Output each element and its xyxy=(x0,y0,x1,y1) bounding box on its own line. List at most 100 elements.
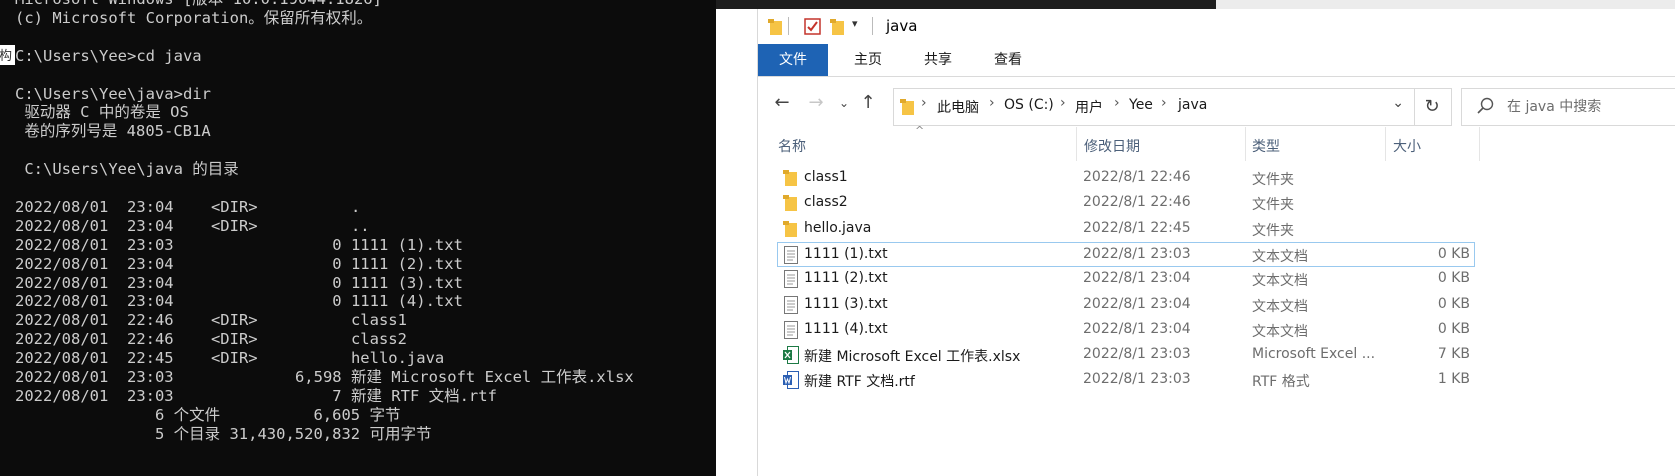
refresh-icon[interactable]: ↻ xyxy=(1413,88,1452,126)
console-line: (c) Microsoft Corporation。保留所有权利。 xyxy=(15,8,373,27)
file-size: 1 KB xyxy=(1437,371,1470,388)
file-size: 0 KB xyxy=(1437,245,1470,262)
breadcrumb-chevron-icon[interactable]: › xyxy=(989,95,995,111)
file-date: 2022/8/1 23:04 xyxy=(1083,320,1191,337)
file-name: 1111 (2).txt xyxy=(804,270,888,287)
file-date: 2022/8/1 23:03 xyxy=(1083,245,1191,262)
tab-view[interactable]: 查看 xyxy=(973,44,1043,76)
file-row[interactable]: 新建 RTF 文档.rtf 2022/8/1 23:03 RTF 格式 1 KB xyxy=(778,368,1474,392)
console-line: 卷的序列号是 4805-CB1A xyxy=(15,122,211,141)
search-box[interactable] xyxy=(1461,88,1675,126)
tab-file[interactable]: 文件 xyxy=(758,44,828,76)
up-arrow-icon[interactable]: ↑ xyxy=(856,91,880,115)
breadcrumb-chevron-icon[interactable]: › xyxy=(1114,95,1120,111)
word-file-icon xyxy=(783,371,799,390)
file-name: class2 xyxy=(804,194,848,211)
file-name: class1 xyxy=(804,169,848,185)
file-row[interactable]: 新建 Microsoft Excel 工作表.xlsx 2022/8/1 23:0… xyxy=(778,343,1474,367)
new-folder-icon[interactable] xyxy=(830,18,846,36)
file-name: 1111 (4).txt xyxy=(804,320,888,337)
file-row[interactable]: 1111 (4).txt 2022/8/1 23:04 文本文档 0 KB xyxy=(778,318,1474,342)
search-icon xyxy=(1477,97,1494,114)
file-name: 1111 (3).txt xyxy=(804,295,888,312)
console-line: C:\Users\Yee\java>dir xyxy=(15,84,211,103)
title-bar: ▾ java xyxy=(758,9,1675,44)
console-window[interactable]: Microsoft Windows [版本 10.0.19044.1826](c… xyxy=(0,0,716,476)
text-file-icon xyxy=(783,245,799,264)
file-name: hello.java xyxy=(804,219,872,236)
left-clipped-text: 构 xyxy=(0,45,15,65)
customize-toolbar-dropdown[interactable]: ▾ xyxy=(852,17,858,30)
title-separator xyxy=(872,17,873,35)
file-row[interactable]: hello.java 2022/8/1 22:45 文件夹 xyxy=(778,217,1474,241)
breadcrumb-chevron-icon[interactable]: › xyxy=(921,95,927,111)
file-type: 文件夹 xyxy=(1252,172,1294,188)
console-line: 2022/08/01 22:46 <DIR> class2 xyxy=(15,330,407,349)
file-date: 2022/8/1 22:46 xyxy=(1083,169,1191,185)
file-date: 2022/8/1 23:03 xyxy=(1083,371,1191,388)
console-line: 2022/08/01 23:03 0 1111 (1).txt xyxy=(15,235,463,254)
file-type: RTF 格式 xyxy=(1252,374,1310,391)
folder-icon xyxy=(900,99,914,115)
console-line: 2022/08/01 23:04 0 1111 (2).txt xyxy=(15,254,463,273)
column-name[interactable]: 名称 xyxy=(778,136,806,156)
breadcrumb-this-pc[interactable]: 此电脑 xyxy=(937,97,979,117)
console-line: 2022/08/01 23:04 0 1111 (4).txt xyxy=(15,292,463,311)
folder-icon xyxy=(783,220,799,238)
breadcrumb-java[interactable]: java xyxy=(1178,97,1207,113)
properties-check-icon[interactable] xyxy=(804,18,822,36)
address-history-chevron-icon[interactable]: ⌄ xyxy=(1392,95,1404,111)
file-date: 2022/8/1 22:46 xyxy=(1083,194,1191,211)
breadcrumb-yee[interactable]: Yee xyxy=(1129,97,1153,113)
console-line: Microsoft Windows [版本 10.0.19044.1826] xyxy=(15,0,382,9)
file-type: Microsoft Excel ... xyxy=(1252,346,1376,363)
console-line: C:\Users\Yee\java 的目录 xyxy=(15,160,239,179)
file-row[interactable]: class1 2022/8/1 22:46 文件夹 xyxy=(778,166,1474,190)
console-line: 2022/08/01 23:04 <DIR> . xyxy=(15,197,361,216)
column-size[interactable]: 大小 xyxy=(1393,136,1421,156)
file-row[interactable]: class2 2022/8/1 22:46 文件夹 xyxy=(778,191,1474,215)
file-type: 文本文档 xyxy=(1252,323,1308,340)
console-line: 5 个目录 31,430,520,832 可用字节 xyxy=(15,424,432,443)
console-line: 2022/08/01 22:45 <DIR> hello.java xyxy=(15,349,445,368)
console-line: C:\Users\Yee>cd java xyxy=(15,46,202,65)
address-bar[interactable]: › 此电脑 › OS (C:) › 用户 › Yee › java ⌄ xyxy=(893,88,1415,126)
breadcrumb-chevron-icon[interactable]: › xyxy=(1060,95,1066,111)
breadcrumb-os-c[interactable]: OS (C:) xyxy=(1004,97,1054,113)
column-type[interactable]: 类型 xyxy=(1252,136,1280,156)
file-name: 新建 Microsoft Excel 工作表.xlsx xyxy=(804,349,1021,366)
file-date: 2022/8/1 23:04 xyxy=(1083,295,1191,312)
file-size: 0 KB xyxy=(1437,295,1470,312)
forward-arrow-icon[interactable]: → xyxy=(804,91,828,115)
column-divider[interactable] xyxy=(1076,127,1077,161)
file-type: 文件夹 xyxy=(1252,197,1294,214)
tab-home[interactable]: 主页 xyxy=(833,44,903,76)
file-type: 文本文档 xyxy=(1252,273,1308,290)
column-divider[interactable] xyxy=(1385,127,1386,161)
ribbon-tabs: 文件 主页 共享 查看 xyxy=(758,44,1675,76)
column-divider[interactable] xyxy=(1245,127,1246,161)
file-size: 0 KB xyxy=(1437,270,1470,287)
title-separator xyxy=(788,17,789,35)
file-type: 文件夹 xyxy=(1252,222,1294,239)
file-date: 2022/8/1 23:04 xyxy=(1083,270,1191,287)
file-row[interactable]: 1111 (1).txt 2022/8/1 23:03 文本文档 0 KB xyxy=(777,241,1475,267)
column-date-modified[interactable]: 修改日期 xyxy=(1084,136,1140,156)
file-size: 7 KB xyxy=(1437,346,1470,363)
breadcrumb-users[interactable]: 用户 xyxy=(1075,97,1103,117)
file-row[interactable]: 1111 (3).txt 2022/8/1 23:04 文本文档 0 KB xyxy=(778,293,1474,317)
column-divider[interactable] xyxy=(1479,127,1480,161)
console-line: 2022/08/01 23:04 0 1111 (3).txt xyxy=(15,273,463,292)
recent-locations-chevron-icon[interactable]: ⌄ xyxy=(832,91,856,115)
breadcrumb-chevron-icon[interactable]: › xyxy=(1161,95,1167,111)
search-input[interactable] xyxy=(1507,89,1672,125)
console-line: 驱动器 C 中的卷是 OS xyxy=(15,103,189,122)
tab-share[interactable]: 共享 xyxy=(903,44,973,76)
text-file-icon xyxy=(783,320,799,339)
file-type: 文本文档 xyxy=(1252,248,1308,265)
back-arrow-icon[interactable]: ← xyxy=(770,91,794,115)
folder-icon xyxy=(768,19,782,35)
file-row[interactable]: 1111 (2).txt 2022/8/1 23:04 文本文档 0 KB xyxy=(778,267,1474,291)
text-file-icon xyxy=(783,270,799,289)
window-title: java xyxy=(886,17,918,35)
